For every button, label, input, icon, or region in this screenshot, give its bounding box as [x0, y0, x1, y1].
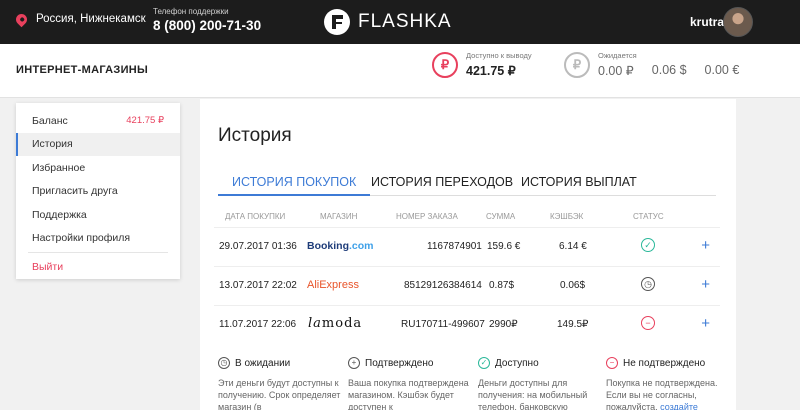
minus-circle-icon: −	[606, 357, 618, 369]
location-pin-icon	[13, 11, 30, 27]
sidebar-item-favorites[interactable]: Избранное	[16, 156, 180, 180]
sidebar-item-support[interactable]: Поддержка	[16, 203, 180, 227]
order-number: RU170711-499607	[401, 319, 485, 330]
section-title: ИНТЕРНЕТ-МАГАЗИНЫ	[16, 64, 149, 76]
flashka-logo-icon	[324, 9, 350, 35]
table-row[interactable]: 11.07.2017 22:06 lamoda RU170711-499607 …	[214, 305, 720, 343]
expand-row-plus-icon[interactable]: +	[701, 315, 710, 332]
store-logo-booking: Booking.com	[307, 240, 374, 252]
sidebar-item-label: История	[32, 138, 73, 151]
tab-purchases[interactable]: ИСТОРИЯ ПОКУПОК	[218, 175, 371, 196]
order-number: 85129126384614	[404, 280, 482, 291]
city-label: Россия, Нижнекамск	[36, 13, 146, 25]
page-title: История	[218, 125, 292, 146]
col-sum: СУММА	[486, 212, 516, 221]
phone-label: Телефон поддержки	[153, 7, 229, 16]
history-panel: История ИСТОРИЯ ПОКУПОК ИСТОРИЯ ПЕРЕХОДО…	[200, 99, 736, 410]
legend-available: ✓ Доступно Деньги доступны для получения…	[478, 357, 602, 410]
store-logo-aliexpress: AliExpress	[307, 279, 359, 291]
sidebar-item-label: Поддержка	[32, 208, 87, 221]
expected-balance: ₽ Ожидается 0.00 ₽ 0.06 $ 0.00 €	[564, 51, 739, 78]
sidebar-divider	[28, 252, 168, 253]
status-legend: ◷ В ожидании Эти деньги будут доступны к…	[200, 357, 736, 410]
brand-name: FLASHKA	[358, 11, 452, 32]
col-cashback: КЭШБЭК	[550, 212, 584, 221]
legend-pending: ◷ В ожидании Эти деньги будут доступны к…	[218, 357, 342, 410]
order-number: 1167874901	[427, 241, 482, 252]
legend-confirmed: + Подтверждено Ваша покупка подтверждена…	[348, 357, 472, 410]
clock-icon: ◷	[218, 357, 230, 369]
available-balance[interactable]: ₽ Доступно к выводу 421.75 ₽	[432, 51, 532, 78]
status-pending-icon: ◷	[641, 277, 655, 291]
store-logo-lamoda: lamoda	[308, 316, 363, 331]
avatar[interactable]	[723, 7, 753, 37]
logout-label: Выйти	[32, 260, 64, 273]
cashback-value: 6.14 €	[559, 241, 587, 252]
phone-number[interactable]: 8 (800) 200-71-30	[153, 18, 261, 33]
status-rejected-icon: −	[641, 316, 655, 330]
history-tabs: ИСТОРИЯ ПОКУПОК ИСТОРИЯ ПЕРЕХОДОВ ИСТОРИ…	[218, 175, 716, 196]
legend-title: Подтверждено	[365, 357, 434, 369]
expand-row-plus-icon[interactable]: +	[701, 237, 710, 254]
legend-text: Ваша покупка подтверждена магазином. Кэш…	[348, 378, 469, 410]
legend-title: В ожидании	[235, 357, 291, 369]
check-circle-icon: ✓	[478, 357, 490, 369]
location-selector[interactable]: Россия, Нижнекамск	[13, 11, 146, 27]
tab-payouts[interactable]: ИСТОРИЯ ВЫПЛАТ	[521, 175, 637, 196]
purchase-sum: 159.6 €	[487, 241, 521, 252]
expand-row-plus-icon[interactable]: +	[701, 276, 710, 293]
col-status: СТАТУС	[633, 212, 664, 221]
available-value: 421.75 ₽	[466, 64, 516, 78]
cashback-value: 149.5₽	[557, 319, 589, 330]
sidebar: Баланс 421.75 ₽ История Избранное Пригла…	[16, 103, 180, 279]
sidebar-item-history[interactable]: История	[16, 132, 180, 156]
legend-text: Эти деньги будут доступны к получению. С…	[218, 378, 341, 410]
expected-rub: 0.00 ₽	[598, 64, 634, 78]
brand-logo-link[interactable]: FLASHKA	[324, 9, 452, 35]
available-label: Доступно к выводу	[466, 51, 532, 60]
sidebar-item-label: Настройки профиля	[32, 232, 131, 245]
plus-circle-icon: +	[348, 357, 360, 369]
sidebar-item-label: Пригласить друга	[32, 185, 118, 198]
top-bar: Россия, Нижнекамск Телефон поддержки 8 (…	[0, 0, 800, 44]
purchase-sum: 0.87$	[489, 280, 515, 291]
sidebar-item-label: Баланс	[32, 114, 68, 127]
legend-title: Доступно	[495, 357, 539, 369]
table-row[interactable]: 29.07.2017 01:36 Booking.com 1167874901 …	[214, 227, 720, 265]
legend-text: Деньги доступны для получения: на мобиль…	[478, 378, 588, 410]
purchase-date: 11.07.2017 22:06	[219, 319, 297, 330]
col-order: НОМЕР ЗАКАЗА	[396, 212, 458, 221]
col-date: ДАТА ПОКУПКИ	[225, 212, 286, 221]
create-ticket-link[interactable]: создайте	[660, 402, 698, 410]
logout-link[interactable]: Выйти	[16, 255, 180, 279]
tab-clicks[interactable]: ИСТОРИЯ ПЕРЕХОДОВ	[371, 175, 513, 196]
sub-header: ИНТЕРНЕТ-МАГАЗИНЫ ₽ Доступно к выводу 42…	[0, 44, 800, 98]
legend-rejected: − Не подтверждено Покупка не подтвержден…	[606, 357, 730, 410]
sidebar-item-settings[interactable]: Настройки профиля	[16, 227, 180, 251]
purchase-sum: 2990₽	[489, 319, 518, 330]
expected-usd: 0.06 $	[651, 63, 687, 77]
sidebar-item-invite[interactable]: Пригласить друга	[16, 180, 180, 204]
purchase-date: 13.07.2017 22:02	[219, 280, 297, 291]
cashback-value: 0.06$	[560, 280, 586, 291]
table-row[interactable]: 13.07.2017 22:02 AliExpress 851291263846…	[214, 266, 720, 304]
sidebar-balance-value: 421.75 ₽	[126, 115, 164, 127]
legend-title: Не подтверждено	[623, 357, 706, 369]
sidebar-item-balance[interactable]: Баланс 421.75 ₽	[16, 109, 180, 133]
purchase-date: 29.07.2017 01:36	[219, 241, 297, 252]
support-phone: Телефон поддержки 8 (800) 200-71-30	[153, 7, 261, 33]
status-available-icon: ✓	[641, 238, 655, 252]
expected-eur: 0.00 €	[704, 63, 740, 77]
col-store: МАГАЗИН	[320, 212, 358, 221]
legend-text: Покупка не подтверждена. Если вы не согл…	[606, 378, 718, 410]
expected-label: Ожидается	[598, 51, 637, 60]
sidebar-item-label: Избранное	[32, 161, 86, 174]
ruble-withdraw-icon: ₽	[432, 51, 458, 78]
ruble-expected-icon: ₽	[564, 51, 590, 78]
